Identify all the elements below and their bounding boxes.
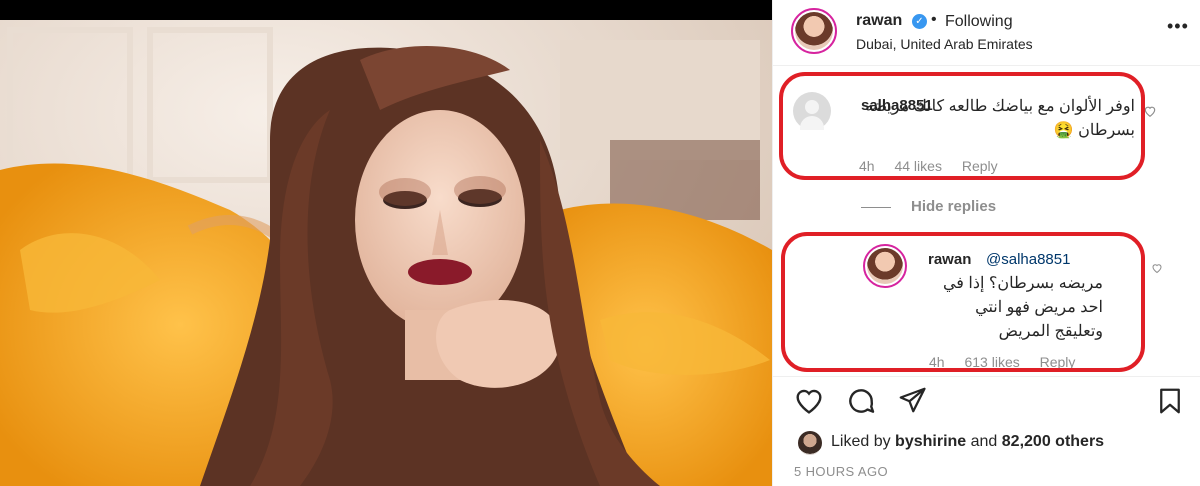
comment-likes[interactable]: 44 likes [894,158,941,174]
reply-reply-button[interactable]: Reply [1040,354,1076,370]
post-timestamp[interactable]: 5 HOURS AGO [794,464,888,479]
liked-by-prefix: Liked by [831,433,896,450]
liked-by-and: and [966,433,1002,450]
commenter-username[interactable]: salha8851 [861,97,933,114]
author-avatar[interactable] [791,8,837,54]
bookmark-icon[interactable] [1155,385,1185,417]
comment-time[interactable]: 4h [859,158,875,174]
reply-meta: 4h 613 likes Reply [929,354,1091,370]
reply-like-heart-icon[interactable] [1151,262,1163,274]
post-photo[interactable] [0,0,772,486]
photo-top-bar [0,0,772,20]
reply-username[interactable]: rawan [928,251,971,268]
comment-icon[interactable] [845,385,877,417]
send-icon[interactable] [897,385,927,415]
post-location[interactable]: Dubai, United Arab Emirates [856,36,1033,52]
verified-check-icon: ✓ [912,14,927,29]
liked-by-user[interactable]: byshirine [895,433,966,450]
ellipsis-icon[interactable]: ••• [1167,16,1189,37]
instagram-post-view: rawan ✓ • Following Dubai, United Arab E… [0,0,1200,486]
hide-replies-label: Hide replies [911,198,997,215]
reply-likes[interactable]: 613 likes [964,354,1019,370]
following-button[interactable]: Following [945,13,1013,31]
post-actions-bar [773,376,1200,426]
post-header: rawan ✓ • Following Dubai, United Arab E… [773,0,1200,66]
commenter-avatar[interactable] [793,92,831,130]
reply-time[interactable]: 4h [929,354,945,370]
comment-meta: 4h 44 likes Reply [859,158,1014,174]
author-avatar-photo [795,12,833,50]
post-side-panel: rawan ✓ • Following Dubai, United Arab E… [772,0,1200,486]
hide-replies-button[interactable]: Hide replies [861,198,996,215]
reply-mention[interactable]: @salha8851 [986,251,1070,268]
liker-avatar[interactable] [798,431,822,455]
liked-by-row: Liked by byshirine and 82,200 others [773,428,1200,456]
heart-icon[interactable] [793,385,825,417]
separator-dot: • [931,11,937,28]
comment-like-heart-icon[interactable] [1143,104,1157,118]
reply-author-avatar-photo [867,248,903,284]
reply-author-avatar[interactable] [863,244,907,288]
post-image [0,20,772,486]
liked-by-text: Liked by byshirine and 82,200 others [831,433,1104,451]
reply-text: مريضه بسرطان؟ إذا في احد مريض فهو انتي و… [942,275,1103,340]
comment-reply-button[interactable]: Reply [962,158,998,174]
author-username[interactable]: rawan [856,12,902,30]
liked-by-count[interactable]: 82,200 others [1002,433,1104,450]
